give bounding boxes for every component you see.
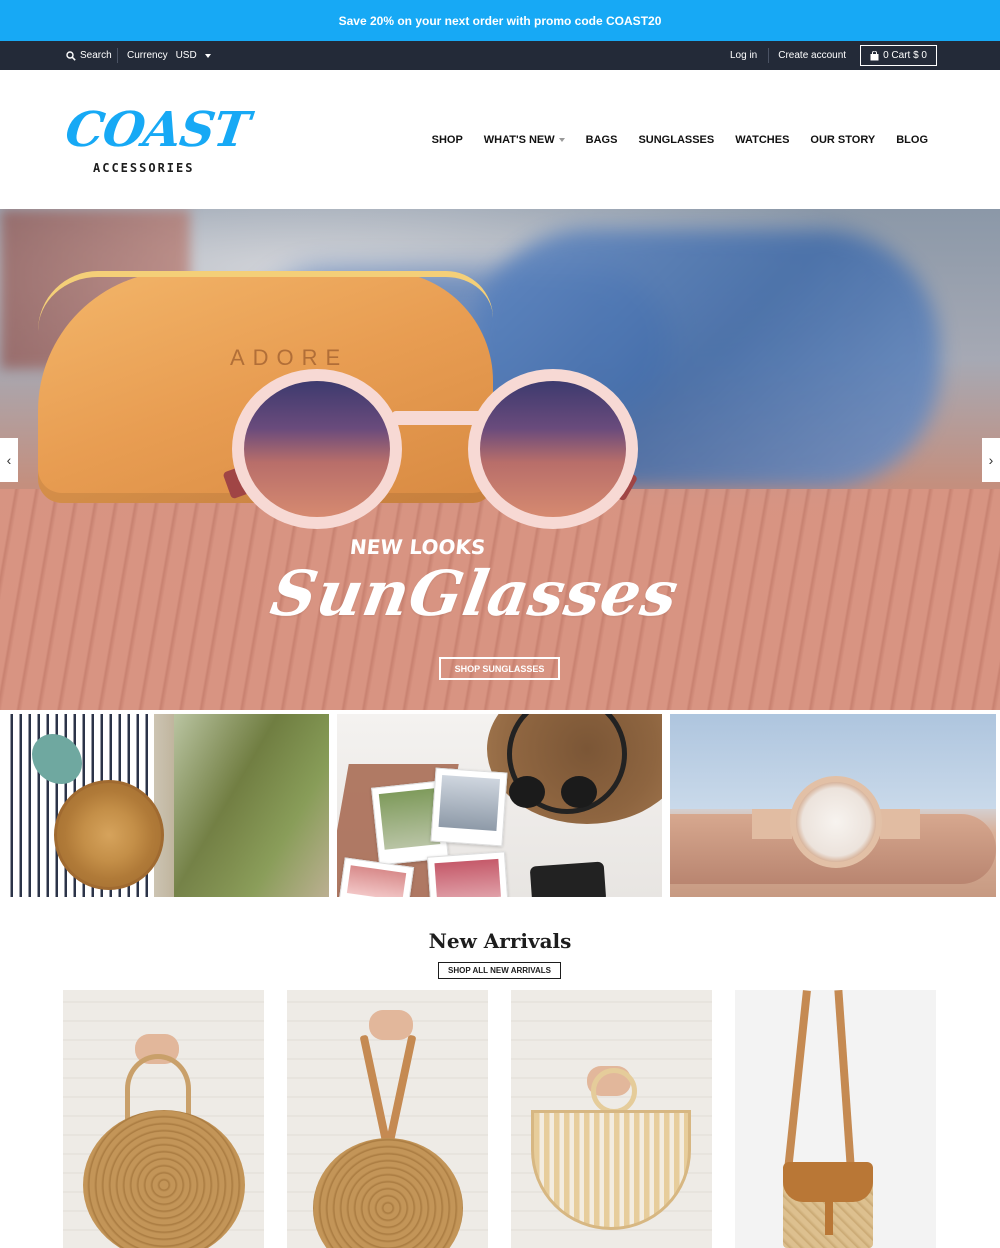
nav-item-bags[interactable]: BAGS (586, 134, 618, 146)
nav-label: WHAT'S NEW (483, 133, 555, 146)
collection-tile-watches[interactable] (670, 714, 996, 897)
tile-image-lens (561, 776, 597, 808)
hero-slideshow: ADORE NEW LOOKS SunGlasses SHOP SUNGLASS… (0, 209, 1000, 710)
tile-image-sunglasses (509, 776, 599, 808)
logo-wordmark: COAST (62, 102, 253, 158)
nav-item-blog[interactable]: BLOG (896, 134, 928, 146)
account-links: Log in Create account 0 Cart $ 0 (730, 41, 937, 70)
chevron-left-icon: ‹ (6, 452, 12, 468)
product-card[interactable] (511, 990, 712, 1248)
product-image-round-bag (313, 1138, 463, 1248)
collection-tile-sunglasses[interactable] (337, 714, 662, 897)
product-image-fan-bag (531, 1110, 691, 1230)
hero-tagline: NEW LOOKS (348, 535, 487, 559)
announcement-bar: Save 20% on your next order with promo c… (0, 0, 1000, 41)
cart-label: 0 Cart $ 0 (883, 50, 927, 61)
chevron-right-icon: › (988, 452, 994, 468)
shop-all-label: SHOP ALL NEW ARRIVALS (448, 966, 551, 975)
currency-value: USD (175, 50, 197, 61)
chevron-down-icon (558, 137, 565, 142)
nav-label: SUNGLASSES (638, 133, 715, 146)
nav-item-sunglasses[interactable]: SUNGLASSES (638, 134, 714, 146)
tile-image-watch (790, 776, 882, 868)
nav-item-shop[interactable]: SHOP (432, 134, 463, 146)
nav-label: BAGS (585, 133, 618, 146)
nav-label: BLOG (896, 133, 928, 146)
tile-image-watch-band (880, 809, 920, 839)
sunglasses-lens (468, 369, 638, 529)
section-title: New Arrivals (428, 929, 572, 953)
tile-image-photo (430, 767, 508, 847)
logo-subtitle: ACCESSORIES (93, 161, 195, 175)
announcement-text: Save 20% on your next order with promo c… (338, 13, 662, 28)
utility-divider (117, 48, 118, 63)
search-icon (66, 50, 76, 61)
shop-sunglasses-button[interactable]: SHOP SUNGLASSES (439, 657, 560, 680)
tile-image-watch-band (752, 809, 792, 839)
site-header: COAST ACCESSORIES SHOP WHAT'S NEW BAGS S… (0, 70, 1000, 209)
tile-image-photo (427, 851, 509, 897)
login-link[interactable]: Log in (730, 50, 757, 61)
nav-item-our-story[interactable]: OUR STORY (810, 134, 875, 146)
slide-prev-button[interactable]: ‹ (0, 438, 18, 482)
nav-item-watches[interactable]: WATCHES (735, 134, 789, 146)
currency-label: Currency (127, 50, 168, 61)
cart-button[interactable]: 0 Cart $ 0 (860, 45, 937, 66)
bag-icon (870, 50, 879, 60)
product-card[interactable] (735, 990, 936, 1248)
main-nav: SHOP WHAT'S NEW BAGS SUNGLASSES WATCHES … (432, 70, 928, 209)
nav-item-whats-new[interactable]: WHAT'S NEW (484, 134, 565, 146)
tile-image-lens (509, 776, 545, 808)
hero-cta-label: SHOP SUNGLASSES (454, 663, 545, 674)
product-image-strap (783, 990, 811, 1180)
product-card[interactable] (287, 990, 488, 1248)
product-image-strap (834, 990, 856, 1181)
search-link[interactable]: Search (66, 41, 112, 70)
product-image-hand (369, 1010, 413, 1040)
utility-divider (768, 48, 770, 63)
tile-image-plant (174, 714, 329, 897)
currency-selector[interactable]: Currency USD (127, 41, 211, 70)
nav-label: WATCHES (735, 133, 790, 146)
create-account-link[interactable]: Create account (778, 50, 846, 61)
sunglasses-image (222, 369, 642, 539)
slide-next-button[interactable]: › (982, 438, 1000, 482)
sunglasses-case-zip (38, 271, 493, 331)
product-image-handle (591, 1068, 637, 1114)
product-card[interactable] (63, 990, 264, 1248)
sunglasses-bridge (392, 411, 482, 425)
sunglasses-lens (232, 369, 402, 529)
logo[interactable]: COAST ACCESSORIES (62, 102, 253, 178)
case-brand-text: ADORE (230, 345, 349, 370)
shop-all-new-arrivals-button[interactable]: SHOP ALL NEW ARRIVALS (438, 962, 561, 979)
nav-label: SHOP (431, 133, 463, 146)
utility-bar: Search Currency USD Log in Create accoun… (0, 41, 1000, 70)
search-label: Search (80, 50, 112, 61)
collection-tile-bags[interactable] (4, 714, 329, 897)
tile-image-round-bag (54, 780, 164, 890)
product-image-round-bag (83, 1110, 245, 1248)
nav-label: OUR STORY (810, 133, 876, 146)
hero-headline: SunGlasses (265, 557, 685, 630)
product-image-tassel (825, 1195, 833, 1235)
chevron-down-icon (204, 53, 211, 58)
tile-image-phone (529, 861, 607, 897)
